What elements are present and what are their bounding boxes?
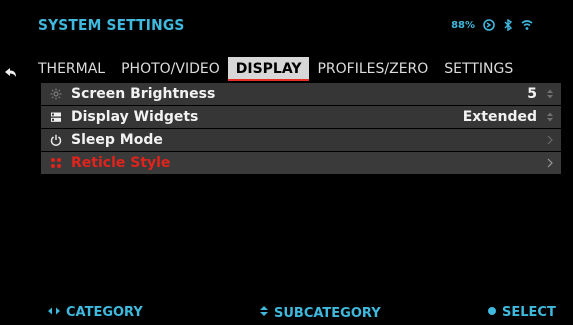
settings-list: Screen Brightness 5 Display Widgets Exte… [41, 83, 561, 175]
back-arrow-icon[interactable] [4, 64, 18, 83]
row-label: Screen Brightness [71, 86, 216, 102]
tab-settings[interactable]: SETTINGS [436, 57, 521, 81]
select-hint: SELECT [487, 305, 556, 320]
power-icon [41, 134, 71, 146]
status-bar: 88% [451, 19, 533, 31]
control-hints: CATEGORY SUBCATEGORY SELECT [0, 305, 573, 325]
list-item-sleep-mode[interactable]: Sleep Mode [41, 129, 561, 151]
left-right-icon [47, 305, 61, 320]
chevron-right-icon[interactable] [543, 135, 557, 145]
tab-display[interactable]: DISPLAY [227, 57, 310, 81]
select-hint-label: SELECT [502, 305, 556, 320]
tab-profiles-zero[interactable]: PROFILES/ZERO [309, 57, 436, 81]
widgets-icon [41, 111, 71, 123]
reticle-icon [41, 157, 71, 169]
battery-percent: 88% [451, 19, 475, 31]
bluetooth-icon [503, 19, 513, 31]
brightness-icon [41, 88, 71, 100]
camera-icon [483, 19, 495, 31]
subcategory-hint: SUBCATEGORY [259, 305, 381, 321]
tab-thermal[interactable]: THERMAL [30, 57, 113, 81]
chevron-right-icon[interactable] [543, 158, 557, 168]
category-tabs: THERMAL PHOTO/VIDEO DISPLAY PROFILES/ZER… [30, 57, 562, 81]
tab-photo-video[interactable]: PHOTO/VIDEO [113, 57, 228, 81]
updown-icon[interactable] [543, 88, 557, 100]
category-hint: CATEGORY [47, 305, 143, 320]
list-item-screen-brightness[interactable]: Screen Brightness 5 [41, 83, 561, 105]
select-dot-icon [487, 305, 497, 320]
updown-icon[interactable] [543, 111, 557, 123]
row-label: Sleep Mode [71, 132, 163, 148]
row-label: Display Widgets [71, 109, 199, 125]
row-value: Extended [462, 109, 537, 125]
list-item-reticle-style[interactable]: Reticle Style [41, 152, 561, 174]
subcategory-hint-label: SUBCATEGORY [274, 305, 381, 321]
up-down-icon [259, 305, 269, 321]
category-hint-label: CATEGORY [66, 305, 143, 320]
wifi-icon [521, 19, 533, 31]
row-label: Reticle Style [71, 155, 171, 171]
list-item-display-widgets[interactable]: Display Widgets Extended [41, 106, 561, 128]
page-title: SYSTEM SETTINGS [38, 16, 185, 34]
row-value: 5 [527, 86, 537, 102]
